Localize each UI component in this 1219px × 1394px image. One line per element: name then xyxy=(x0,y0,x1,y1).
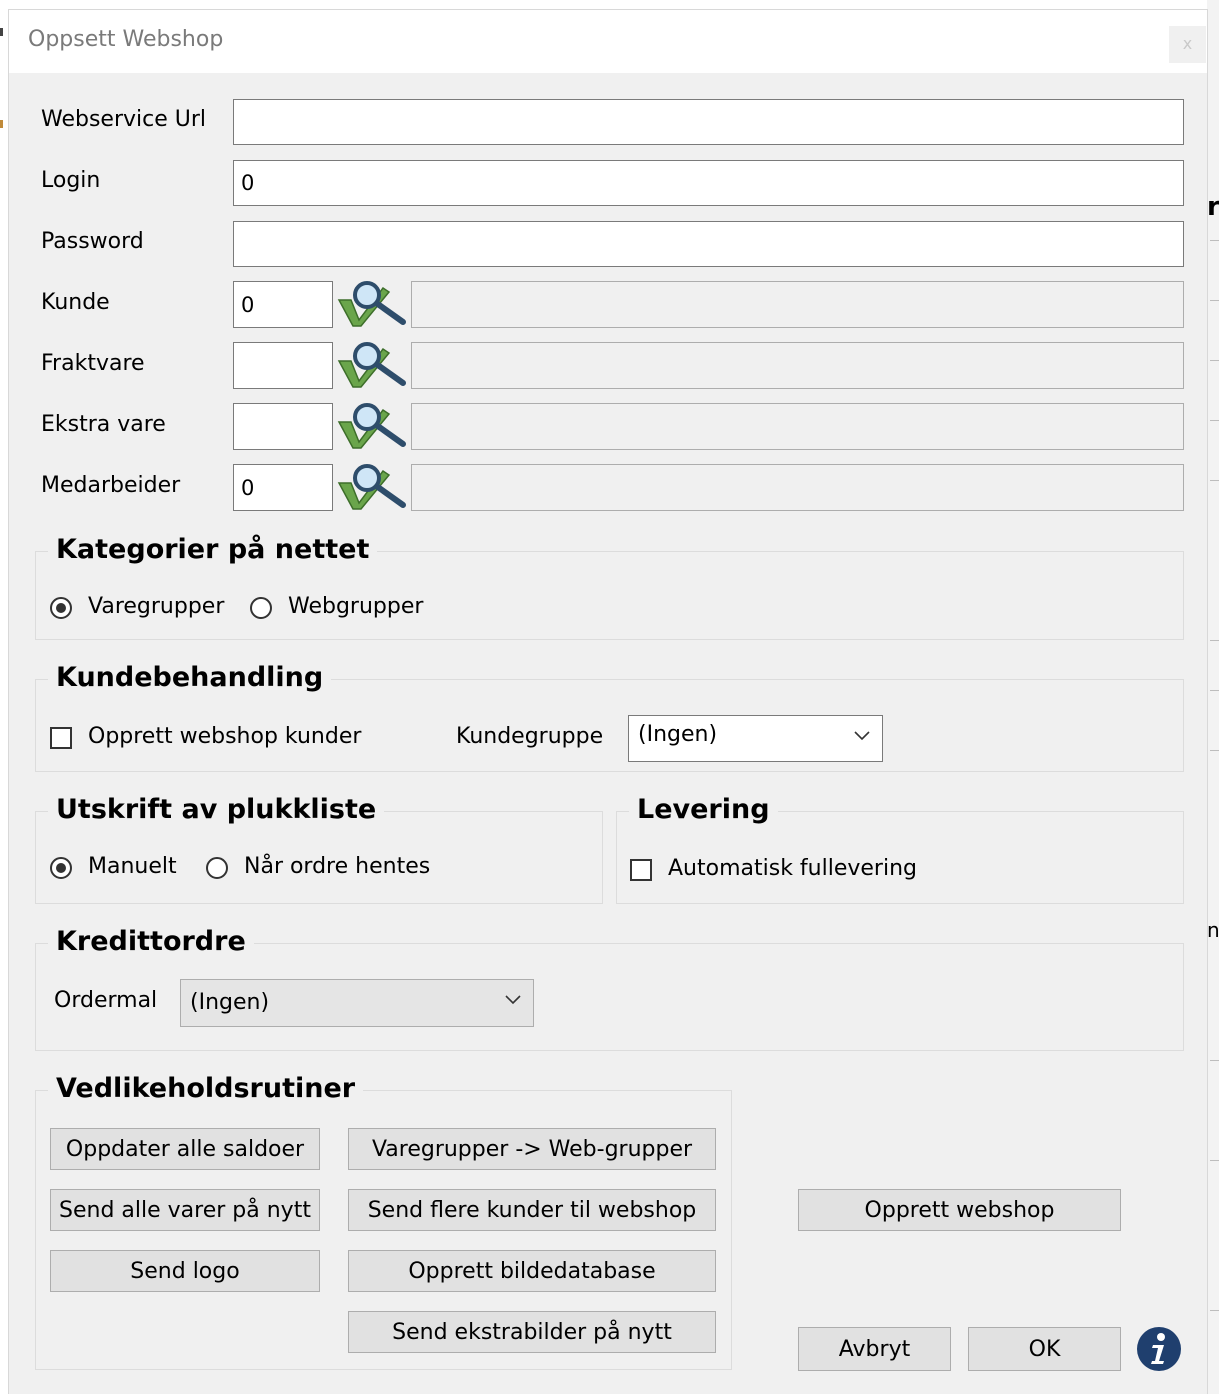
medarbeider-label: Medarbeider xyxy=(41,473,181,498)
manuelt-radio[interactable] xyxy=(50,857,72,879)
background-text: r xyxy=(1207,192,1219,222)
manuelt-label: Manuelt xyxy=(88,854,177,879)
automatisk-fullevering-label: Automatisk fullevering xyxy=(668,856,917,881)
kunde-description-field xyxy=(411,281,1184,328)
lookup-search-icon[interactable] xyxy=(337,463,407,511)
background-divider xyxy=(1210,240,1219,241)
title-bar: Oppsett Webshop x xyxy=(9,10,1207,73)
ordermal-label: Ordermal xyxy=(54,988,158,1013)
background-edge-mark xyxy=(0,28,3,36)
resend-extra-images-button[interactable]: Send ekstrabilder på nytt xyxy=(348,1311,716,1353)
ordermal-select[interactable]: (Ingen) xyxy=(180,979,534,1027)
fraktvare-description-field xyxy=(411,342,1184,389)
login-label: Login xyxy=(41,168,101,193)
create-webshop-customers-checkbox[interactable] xyxy=(50,727,72,749)
create-webshop-button[interactable]: Opprett webshop xyxy=(798,1189,1121,1231)
background-divider xyxy=(1210,1160,1219,1161)
lookup-search-icon[interactable] xyxy=(337,402,407,450)
background-divider xyxy=(1210,360,1219,361)
resend-items-button[interactable]: Send alle varer på nytt xyxy=(50,1189,320,1231)
webgrupper-label: Webgrupper xyxy=(288,594,424,619)
fraktvare-label: Fraktvare xyxy=(41,351,145,376)
automatisk-fullevering-checkbox[interactable] xyxy=(630,859,652,881)
lookup-search-icon[interactable] xyxy=(337,341,407,389)
setup-webshop-dialog: Oppsett Webshop x Webservice Url Login P… xyxy=(9,10,1207,1394)
ekstra-vare-label: Ekstra vare xyxy=(41,412,166,437)
medarbeider-description-field xyxy=(411,464,1184,511)
login-input[interactable] xyxy=(233,160,1184,206)
webgrupper-radio[interactable] xyxy=(250,597,272,619)
password-label: Password xyxy=(41,229,144,254)
kundegruppe-value: (Ingen) xyxy=(638,722,718,747)
background-divider xyxy=(1210,750,1219,751)
fraktvare-input[interactable] xyxy=(233,342,333,389)
create-webshop-customers-label: Opprett webshop kunder xyxy=(88,724,362,749)
background-divider xyxy=(1210,480,1219,481)
background-divider xyxy=(1210,690,1219,691)
naar-ordre-hentes-label: Når ordre hentes xyxy=(244,854,431,879)
kundegruppe-label: Kundegruppe xyxy=(456,724,604,749)
background-text: n xyxy=(1207,918,1219,942)
kunde-label: Kunde xyxy=(41,290,110,315)
naar-ordre-hentes-radio[interactable] xyxy=(206,857,228,879)
kunde-input[interactable] xyxy=(233,281,333,328)
ordermal-value: (Ingen) xyxy=(190,990,270,1015)
utskrift-title: Utskrift av plukkliste xyxy=(48,794,385,825)
background-divider xyxy=(1210,1060,1219,1061)
update-balances-button[interactable]: Oppdater alle saldoer xyxy=(50,1128,320,1170)
background-divider xyxy=(1210,300,1219,301)
kategorier-title: Kategorier på nettet xyxy=(48,534,378,565)
background-divider xyxy=(1210,640,1219,641)
medarbeider-input[interactable] xyxy=(233,464,333,511)
groups-to-webgroups-button[interactable]: Varegrupper -> Web-grupper xyxy=(348,1128,716,1170)
background-divider xyxy=(1210,1310,1219,1311)
levering-title: Levering xyxy=(629,794,778,825)
ekstra-vare-description-field xyxy=(411,403,1184,450)
close-button[interactable]: x xyxy=(1169,26,1206,63)
background-edge-mark xyxy=(0,120,3,128)
kredittordre-title: Kredittordre xyxy=(48,926,254,957)
webservice-url-label: Webservice Url xyxy=(41,107,207,132)
background-divider xyxy=(1210,420,1219,421)
send-customers-button[interactable]: Send flere kunder til webshop xyxy=(348,1189,716,1231)
ekstra-vare-input[interactable] xyxy=(233,403,333,450)
varegrupper-label: Varegrupper xyxy=(88,594,225,619)
password-input[interactable] xyxy=(233,221,1184,267)
lookup-search-icon[interactable] xyxy=(337,280,407,328)
kundebehandling-title: Kundebehandling xyxy=(48,662,332,693)
ok-button[interactable]: OK xyxy=(968,1327,1121,1371)
webservice-url-input[interactable] xyxy=(233,99,1184,145)
window-title: Oppsett Webshop xyxy=(28,27,224,52)
create-image-database-button[interactable]: Opprett bildedatabase xyxy=(348,1250,716,1292)
kundegruppe-select[interactable]: (Ingen) xyxy=(628,715,883,762)
info-icon[interactable] xyxy=(1136,1326,1182,1372)
varegrupper-radio[interactable] xyxy=(50,597,72,619)
chevron-down-icon xyxy=(505,995,521,1005)
vedlikehold-title: Vedlikeholdsrutiner xyxy=(48,1073,364,1104)
cancel-button[interactable]: Avbryt xyxy=(798,1327,951,1371)
chevron-down-icon xyxy=(854,731,870,741)
send-logo-button[interactable]: Send logo xyxy=(50,1250,320,1292)
